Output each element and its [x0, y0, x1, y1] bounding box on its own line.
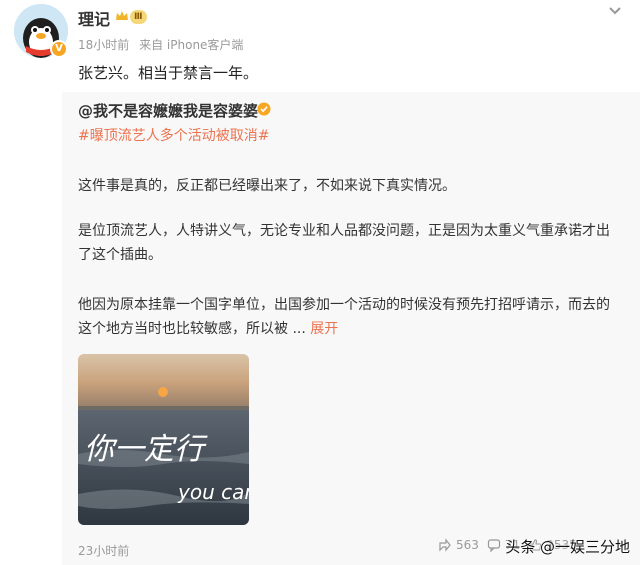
share-button[interactable]: 563 — [438, 538, 479, 552]
repost-author[interactable]: @我不是容嬷嬷我是容婆婆 — [78, 100, 258, 121]
post-text: 张艺兴。相当于禁言一年。 — [78, 64, 259, 82]
weibo-post-page: V 理记 Ⅲ 18小时前 来自 iPhone客户端 张艺兴。相当于禁言一年。 @… — [0, 0, 640, 565]
repost-time: 23小时前 — [78, 544, 130, 558]
repost-paragraph-2: 是位顶流艺人，人特讲义气，无论专业和人品都没问题，正是因为太重义气重承诺才出了这… — [78, 223, 610, 263]
hashtag-link[interactable]: #曝顶流艺人多个活动被取消# — [78, 125, 269, 145]
repost-paragraph-3: 他因为原本挂靠一个国字单位，出国参加一个活动的时候没有预先打招呼请示，而去的这个… — [78, 293, 618, 341]
comment-icon — [487, 539, 501, 552]
share-count: 563 — [456, 538, 479, 552]
expand-link[interactable]: 展开 — [310, 321, 338, 337]
image-caption-cn: 你一定行 — [84, 432, 208, 467]
share-icon — [439, 538, 451, 552]
repost-card[interactable]: @我不是容嬷嬷我是容婆婆 #曝顶流艺人多个活动被取消# 这件事是真的，反正都已经… — [62, 92, 640, 565]
chevron-down-icon[interactable] — [608, 6, 622, 16]
sunset-sea-image: 你一定行 you can — [78, 354, 249, 525]
repost-paragraph-3-text: 他因为原本挂靠一个国字单位，出国参加一个活动的时候没有预先打招呼请示，而去的这个… — [78, 297, 610, 337]
username[interactable]: 理记 — [78, 6, 110, 30]
image-caption-en: you can — [177, 480, 249, 504]
post-meta: 18小时前 来自 iPhone客户端 — [78, 36, 249, 53]
level-badge: Ⅲ — [130, 10, 147, 24]
post-time: 18小时前 — [78, 38, 130, 52]
repost-paragraph-1: 这件事是真的，反正都已经曝出来了，不如来说下真实情况。 — [78, 178, 456, 194]
post-source[interactable]: 来自 iPhone客户端 — [139, 38, 243, 52]
crown-icon — [116, 11, 128, 20]
verified-icon — [257, 102, 271, 116]
post-image[interactable]: 你一定行 you can — [78, 354, 249, 525]
post-header: V 理记 Ⅲ 18小时前 来自 iPhone客户端 张艺兴。相当于禁言一年。 — [0, 0, 640, 92]
watermark: 头条 @一娱三分地 — [505, 538, 630, 556]
verified-badge-icon: V — [50, 40, 68, 58]
